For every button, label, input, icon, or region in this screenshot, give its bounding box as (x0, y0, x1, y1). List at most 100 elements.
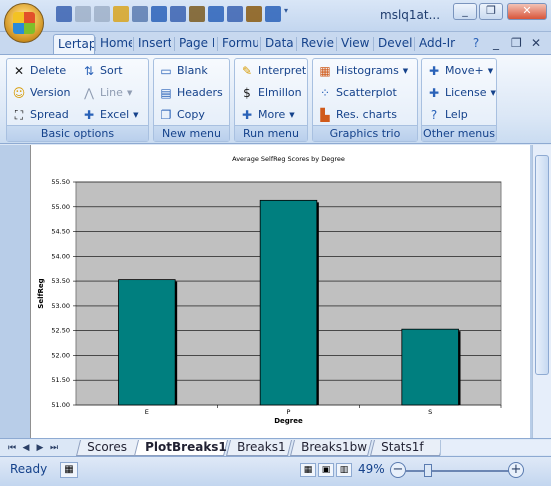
prev-sheet-icon[interactable]: ◀ (20, 441, 32, 455)
tab-lertap[interactable]: Lertap (53, 34, 95, 54)
sort-button[interactable]: ⇅ Sort (81, 61, 123, 81)
group-new-menu: New menu ▭ Blank ▤ Headers ❐ Copy (153, 58, 230, 142)
button-label: Scatterplot (336, 86, 397, 99)
lelp-button[interactable]: ? Lelp (426, 105, 468, 125)
vertical-scrollbar[interactable] (532, 145, 551, 438)
line-icon: ⋀ (84, 86, 94, 100)
page-break-view-button[interactable]: ▥ (336, 463, 352, 477)
print-preview-icon[interactable] (132, 6, 148, 22)
minimize-button[interactable]: _ (453, 3, 477, 20)
chart-icon[interactable] (151, 6, 167, 22)
tab-insert[interactable]: Insert (134, 34, 171, 54)
office-button[interactable] (4, 3, 44, 43)
headers-button[interactable]: ▤ Headers (158, 83, 223, 103)
scroll-thumb[interactable] (535, 155, 549, 375)
tally-icon[interactable] (189, 6, 205, 22)
status-ready: Ready (10, 462, 48, 476)
close-button[interactable]: ✕ (507, 3, 547, 20)
spread-button[interactable]: ⛶ Spread (11, 105, 69, 125)
histograms-button[interactable]: ▦ Histograms ▼ (317, 61, 408, 81)
ribbon-restore-icon[interactable]: ❐ (507, 34, 525, 54)
grid-icon[interactable] (227, 6, 243, 22)
interpret-button[interactable]: ✎ Interpret (239, 61, 306, 81)
bar-e[interactable] (118, 279, 176, 406)
tab-develc[interactable]: Develc (374, 34, 412, 54)
button-label: Res. charts (336, 108, 397, 121)
chart-icon[interactable] (208, 6, 224, 22)
button-label: Move+ (445, 64, 484, 77)
open-icon[interactable] (113, 6, 129, 22)
tab-reviev[interactable]: Reviev (297, 34, 334, 54)
delete-button[interactable]: ✕ Delete (11, 61, 66, 81)
zoom-in-button[interactable]: + (508, 462, 524, 478)
tab-data[interactable]: Data (261, 34, 294, 54)
sheet-tab-label: Scores (87, 440, 127, 454)
horizontal-scrollbar[interactable] (440, 440, 551, 455)
more-button[interactable]: ✚ More ▼ (239, 105, 295, 125)
sort-icon: ⇅ (83, 64, 95, 78)
undo-icon[interactable] (75, 6, 91, 22)
button-label: Headers (177, 86, 223, 99)
minus-icon: − (392, 462, 404, 477)
eraser-icon[interactable] (246, 6, 262, 22)
tab-separator (296, 37, 297, 51)
tab-formu[interactable]: Formu (218, 34, 258, 54)
sheet-tab-breaks1bw[interactable]: Breaks1bw (290, 440, 372, 456)
pen-icon[interactable] (265, 6, 281, 22)
zoom-slider-track[interactable] (405, 470, 511, 472)
redo-icon[interactable] (94, 6, 110, 22)
y-tick-label: 53.50 (51, 277, 70, 285)
version-button[interactable]: ☺ Version (11, 83, 71, 103)
elmillon-button[interactable]: $ Elmillon (239, 83, 301, 103)
tab-add-ir[interactable]: Add-Ir (415, 34, 457, 54)
last-sheet-icon[interactable]: ⏭ (48, 441, 60, 455)
sheet-tab-label: Breaks1 (237, 440, 286, 454)
y-tick-label: 51.50 (51, 376, 70, 384)
grid-icon[interactable] (170, 6, 186, 22)
normal-view-button[interactable]: ▦ (300, 463, 316, 477)
zoom-out-button[interactable]: − (390, 462, 406, 478)
tab-page-l[interactable]: Page L (175, 34, 214, 54)
scatterplot-button[interactable]: ⁘ Scatterplot (317, 83, 397, 103)
tab-view[interactable]: View (337, 34, 371, 54)
sheet-tab-breaks1[interactable]: Breaks1 (226, 440, 292, 456)
zoom-slider-thumb[interactable] (424, 464, 432, 477)
interpret-icon: ✎ (241, 64, 253, 78)
plus-icon: ✚ (241, 108, 253, 122)
copy-button[interactable]: ❐ Copy (158, 105, 205, 125)
window-title: mslq1at... (380, 8, 441, 22)
group-title: Basic options (7, 125, 148, 141)
y-tick-label: 53.00 (51, 302, 70, 310)
blank-button[interactable]: ▭ Blank (158, 61, 207, 81)
save-icon[interactable] (56, 6, 72, 22)
sheet-tab-scores[interactable]: Scores (76, 440, 140, 456)
page-layout-view-button[interactable]: ▣ (318, 463, 334, 477)
dollar-icon: $ (243, 86, 251, 100)
restore-button[interactable]: ❐ (479, 3, 503, 20)
customize-icon[interactable]: ▾ (284, 6, 292, 22)
move--button[interactable]: ✚ Move+ ▼ (426, 61, 493, 81)
sheet-tab-plotbreaks1[interactable]: PlotBreaks1 (134, 440, 228, 456)
chart-area[interactable]: 51.00 51.50 52.00 52.50 53.00 53.50 54.00 54.50… (30, 145, 530, 438)
first-sheet-icon[interactable]: ⏮ (6, 441, 18, 455)
title-bar: ▾ mslq1at... _ ❐ ✕ (0, 0, 551, 32)
ribbon-help-icon[interactable]: ? (467, 34, 485, 54)
line-button[interactable]: ⋀ Line ▼ (81, 83, 132, 103)
bar-p[interactable] (259, 199, 318, 406)
excel-button[interactable]: ✚ Excel ▼ (81, 105, 139, 125)
res-charts-button[interactable]: ▙ Res. charts (317, 105, 397, 125)
bar-s[interactable] (401, 328, 459, 406)
histogram-icon: ▦ (319, 64, 331, 78)
ribbon-minimize-icon[interactable]: _ (487, 34, 505, 54)
sheet-tab-stats1f[interactable]: Stats1f (370, 440, 444, 456)
close-icon: ✕ (522, 4, 532, 17)
license-button[interactable]: ✚ License ▼ (426, 83, 496, 103)
tab-separator (373, 37, 374, 51)
ribbon-close-icon[interactable]: ✕ (527, 34, 545, 54)
chart-title: Average SelfReg Scores by Degree (232, 155, 345, 163)
zoom-level[interactable]: 49% (358, 462, 385, 476)
next-sheet-icon[interactable]: ▶ (34, 441, 46, 455)
macro-record-icon[interactable]: ▦ (60, 462, 78, 478)
tab-home[interactable]: Home (96, 34, 132, 54)
x-tick-label: P (287, 408, 291, 416)
